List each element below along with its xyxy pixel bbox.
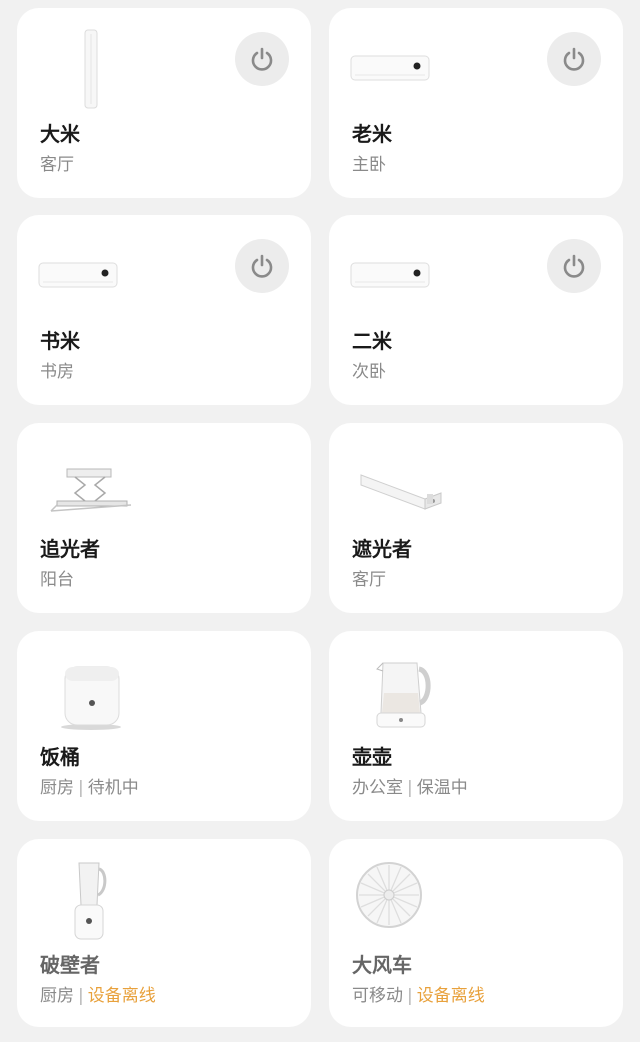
device-name: 书米 xyxy=(40,329,80,353)
device-room: 厨房 xyxy=(40,986,74,1006)
device-status-line: 可移动 | 设备离线 xyxy=(352,981,485,1006)
separator: | xyxy=(78,986,84,1006)
device-room: 可移动 xyxy=(352,986,403,1006)
device-name: 二米 xyxy=(352,329,392,353)
kettle-icon xyxy=(376,662,431,728)
device-card-dafengche[interactable]: 大风车 可移动 | 设备离线 xyxy=(329,839,623,1027)
device-card-zheguangzhe[interactable]: 遮光者 客厅 xyxy=(329,423,623,613)
device-status: 保温中 xyxy=(416,778,468,798)
separator: | xyxy=(407,778,413,798)
power-icon xyxy=(251,254,273,278)
device-status-line: 厨房 | 待机中 xyxy=(40,773,139,798)
device-name: 老米 xyxy=(352,122,392,146)
device-card-laomi[interactable]: 老米 主卧 xyxy=(329,8,623,198)
device-card-shumi[interactable]: 书米 书房 xyxy=(17,215,311,405)
device-name: 大风车 xyxy=(352,953,412,977)
device-card-fantong[interactable]: 饭桶 厨房 | 待机中 xyxy=(17,631,311,821)
blender-icon xyxy=(74,862,107,940)
device-room: 书房 xyxy=(40,362,74,382)
device-card-pobizhe[interactable]: 破壁者 厨房 | 设备离线 xyxy=(17,839,311,1027)
device-name: 遮光者 xyxy=(352,537,412,561)
curtain-motor-icon xyxy=(360,474,442,510)
standing-ac-icon xyxy=(84,29,98,109)
power-button[interactable] xyxy=(547,32,601,86)
device-card-huhu[interactable]: 壶壶 办公室 | 保温中 xyxy=(329,631,623,821)
power-icon xyxy=(563,47,585,71)
device-room: 主卧 xyxy=(352,155,386,175)
power-icon xyxy=(563,254,585,278)
device-room: 办公室 xyxy=(352,778,403,798)
separator: | xyxy=(407,986,413,1006)
wall-ac-icon xyxy=(38,262,118,288)
device-room: 次卧 xyxy=(352,362,386,382)
device-name: 饭桶 xyxy=(40,745,80,769)
device-room: 客厅 xyxy=(40,155,74,175)
device-status-line: 办公室 | 保温中 xyxy=(352,773,468,798)
device-status: 待机中 xyxy=(87,778,139,798)
rice-cooker-icon xyxy=(61,666,121,730)
fan-icon xyxy=(356,862,422,928)
power-icon xyxy=(251,47,273,71)
device-card-zhuiguangzhe[interactable]: 追光者 阳台 xyxy=(17,423,311,613)
device-name: 追光者 xyxy=(40,537,100,561)
device-room: 阳台 xyxy=(40,570,74,590)
clothes-dryer-icon xyxy=(50,468,132,512)
device-name: 壶壶 xyxy=(352,745,392,769)
device-name: 大米 xyxy=(40,122,80,146)
device-card-damo[interactable]: 大米 客厅 xyxy=(17,8,311,198)
offline-status: 设备离线 xyxy=(416,986,485,1006)
offline-status: 设备离线 xyxy=(87,986,156,1006)
device-room: 厨房 xyxy=(40,778,74,798)
wall-ac-icon xyxy=(350,55,430,81)
wall-ac-icon xyxy=(350,262,430,288)
device-room: 客厅 xyxy=(352,570,386,590)
separator: | xyxy=(78,778,84,798)
power-button[interactable] xyxy=(547,239,601,293)
device-status-line: 厨房 | 设备离线 xyxy=(40,981,156,1006)
power-button[interactable] xyxy=(235,239,289,293)
device-card-ermi[interactable]: 二米 次卧 xyxy=(329,215,623,405)
device-name: 破壁者 xyxy=(40,953,100,977)
power-button[interactable] xyxy=(235,32,289,86)
